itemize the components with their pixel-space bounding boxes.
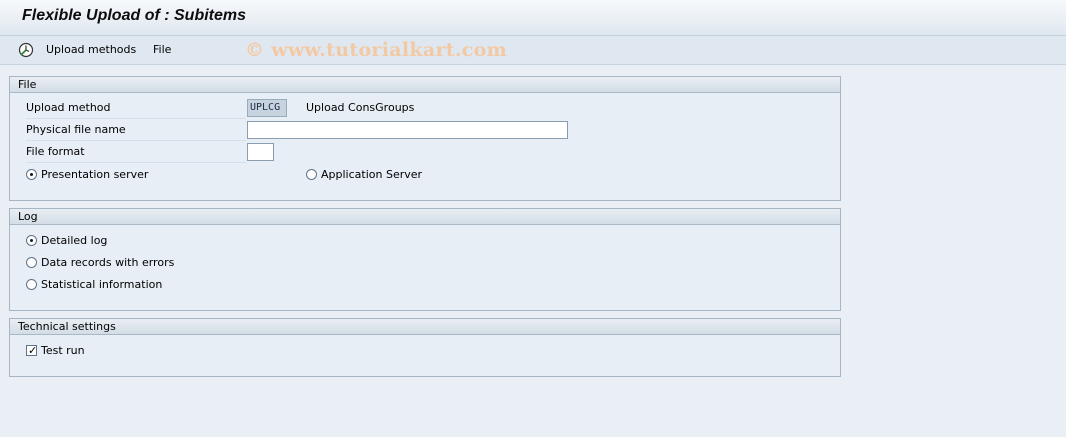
- upload-method-description: Upload ConsGroups: [306, 101, 415, 114]
- detailed-log-label: Detailed log: [41, 234, 108, 247]
- file-group-title: File: [10, 77, 840, 93]
- presentation-server-radio[interactable]: Presentation server: [26, 166, 148, 184]
- file-menu[interactable]: File: [153, 43, 171, 56]
- upload-method-label: Upload method: [26, 98, 246, 119]
- file-format-label: File format: [26, 142, 246, 163]
- application-server-label: Application Server: [321, 168, 423, 181]
- file-format-input[interactable]: [247, 143, 274, 161]
- detailed-log-radio[interactable]: Detailed log: [26, 232, 107, 250]
- radio-selected-icon: [26, 235, 37, 246]
- log-group: Log Detailed log Data records with error…: [9, 208, 841, 311]
- upload-method-field[interactable]: UPLCG: [247, 99, 287, 117]
- log-group-title: Log: [10, 209, 840, 225]
- data-records-errors-label: Data records with errors: [41, 256, 175, 269]
- physical-file-name-input[interactable]: [247, 121, 568, 139]
- checkbox-checked-icon: ✓: [26, 344, 38, 357]
- page-title: Flexible Upload of : Subitems: [22, 7, 247, 24]
- statistical-information-label: Statistical information: [41, 278, 163, 291]
- clock-execute-icon[interactable]: [17, 41, 35, 59]
- radio-unselected-icon: [26, 257, 37, 268]
- presentation-server-label: Presentation server: [41, 168, 149, 181]
- technical-settings-title: Technical settings: [10, 319, 840, 335]
- data-records-errors-radio[interactable]: Data records with errors: [26, 254, 174, 272]
- physical-file-name-label: Physical file name: [26, 120, 246, 141]
- radio-selected-icon: [26, 169, 37, 180]
- application-toolbar: Upload methods File © www.tutorialkart.c…: [0, 36, 1066, 65]
- technical-settings-group: Technical settings ✓ Test run: [9, 318, 841, 377]
- test-run-checkbox[interactable]: ✓ Test run: [26, 342, 85, 360]
- application-server-radio[interactable]: Application Server: [306, 166, 422, 184]
- watermark: © www.tutorialkart.com: [245, 39, 508, 61]
- radio-unselected-icon: [26, 279, 37, 290]
- title-bar: Flexible Upload of : Subitems: [0, 0, 1066, 36]
- statistical-information-radio[interactable]: Statistical information: [26, 276, 162, 294]
- radio-unselected-icon: [306, 169, 317, 180]
- upload-methods-menu[interactable]: Upload methods: [46, 43, 136, 56]
- test-run-label: Test run: [41, 344, 85, 357]
- file-group: File Upload method UPLCG Upload ConsGrou…: [9, 76, 841, 201]
